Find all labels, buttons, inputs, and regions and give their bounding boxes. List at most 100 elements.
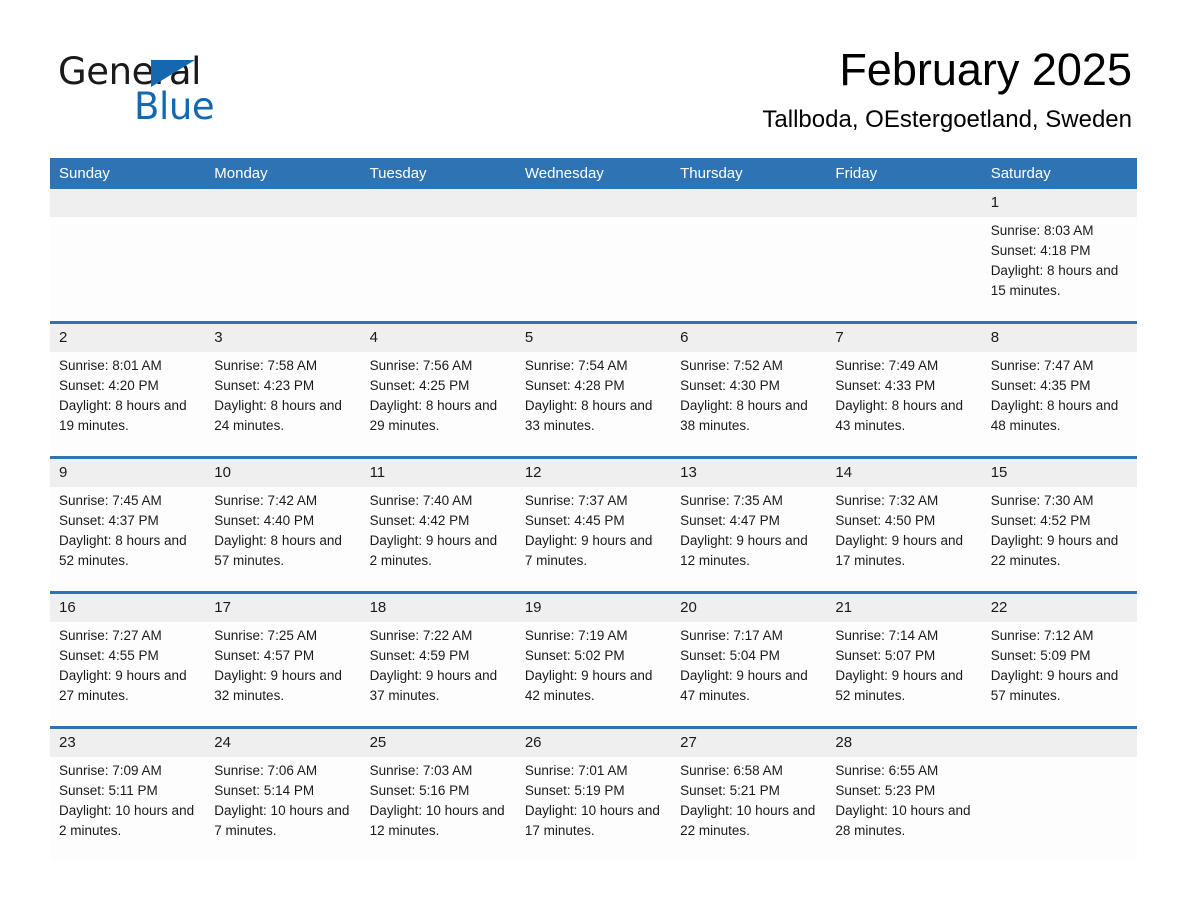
calendar-day-cell[interactable]: 17 Sunrise: 7:25 AM Sunset: 4:57 PM Dayligh… [205, 591, 361, 728]
daylight-text: Daylight: 8 hours and 19 minutes. [59, 398, 187, 433]
sunrise-text: Sunrise: 8:03 AM [990, 223, 1094, 238]
calendar-empty-cell [515, 189, 672, 323]
sunrise-text: Sunrise: 7:37 AM [524, 493, 628, 508]
day-details: Sunrise: 7:32 AM Sunset: 4:50 PM Daylight:… [826, 487, 981, 571]
day-details: Sunrise: 7:58 AM Sunset: 4:23 PM Daylight:… [205, 352, 360, 436]
day-cell-content [515, 189, 672, 321]
day-cell-content: 19 Sunrise: 7:19 AM Sunset: 5:02 PM Dayligh… [515, 594, 672, 726]
day-cell-content: 5 Sunrise: 7:54 AM Sunset: 4:28 PM Daylight… [515, 324, 672, 456]
page-header: General Blue February 2025 Tallboda, OEs… [0, 0, 1188, 158]
calendar-day-cell[interactable]: 8 Sunrise: 7:47 AM Sunset: 4:35 PM Daylight… [981, 321, 1137, 458]
daylight-text: Daylight: 9 hours and 12 minutes. [680, 533, 808, 568]
day-cell-content [205, 189, 361, 321]
calendar-day-cell[interactable]: 12 Sunrise: 7:37 AM Sunset: 4:45 PM Dayligh… [515, 456, 672, 593]
calendar-day-cell[interactable]: 27 Sunrise: 6:58 AM Sunset: 5:21 PM Dayligh… [671, 726, 827, 861]
daylight-text: Daylight: 10 hours and 17 minutes. [524, 803, 660, 838]
day-number: 23 [50, 729, 206, 757]
calendar-day-cell[interactable]: 22 Sunrise: 7:12 AM Sunset: 5:09 PM Dayligh… [981, 591, 1137, 728]
sunrise-sunset-calendar: Sunday Monday Tuesday Wednesday Thursday… [50, 158, 1137, 861]
calendar-day-cell[interactable]: 23 Sunrise: 7:09 AM Sunset: 5:11 PM Dayligh… [50, 726, 206, 861]
day-details: Sunrise: 7:30 AM Sunset: 4:52 PM Daylight:… [982, 487, 1137, 571]
calendar-day-cell[interactable]: 15 Sunrise: 7:30 AM Sunset: 4:52 PM Dayligh… [981, 456, 1137, 593]
day-cell-content [360, 189, 516, 321]
calendar-day-cell[interactable]: 13 Sunrise: 7:35 AM Sunset: 4:47 PM Dayligh… [671, 456, 827, 593]
day-details: Sunrise: 7:40 AM Sunset: 4:42 PM Daylight:… [361, 487, 516, 571]
daylight-text: Daylight: 10 hours and 7 minutes. [214, 803, 350, 838]
day-cell-content: 13 Sunrise: 7:35 AM Sunset: 4:47 PM Dayligh… [671, 459, 827, 591]
day-details: Sunrise: 7:09 AM Sunset: 5:11 PM Daylight:… [50, 757, 205, 841]
day-cell-content: 18 Sunrise: 7:22 AM Sunset: 4:59 PM Dayligh… [360, 594, 516, 726]
sunset-text: Sunset: 4:30 PM [680, 378, 780, 393]
calendar-day-cell[interactable]: 2 Sunrise: 8:01 AM Sunset: 4:20 PM Daylight… [50, 321, 206, 458]
day-details: Sunrise: 6:55 AM Sunset: 5:23 PM Daylight:… [826, 757, 981, 841]
day-details: Sunrise: 6:58 AM Sunset: 5:21 PM Daylight:… [671, 757, 826, 841]
day-number [50, 189, 206, 217]
day-details: Sunrise: 7:42 AM Sunset: 4:40 PM Daylight:… [205, 487, 360, 571]
calendar-day-cell[interactable]: 7 Sunrise: 7:49 AM Sunset: 4:33 PM Daylight… [826, 321, 982, 458]
calendar-day-cell[interactable]: 21 Sunrise: 7:14 AM Sunset: 5:07 PM Dayligh… [826, 591, 982, 728]
sunset-text: Sunset: 4:47 PM [680, 513, 780, 528]
day-number: 7 [826, 324, 982, 352]
sunset-text: Sunset: 4:33 PM [835, 378, 936, 393]
sunset-text: Sunset: 4:35 PM [990, 378, 1091, 393]
day-cell-content: 1 Sunrise: 8:03 AM Sunset: 4:18 PM Daylight… [981, 189, 1137, 321]
calendar-day-cell[interactable]: 19 Sunrise: 7:19 AM Sunset: 5:02 PM Dayligh… [515, 591, 672, 728]
daylight-text: Daylight: 9 hours and 42 minutes. [524, 668, 653, 703]
sunset-text: Sunset: 4:20 PM [59, 378, 159, 393]
day-cell-content: 23 Sunrise: 7:09 AM Sunset: 5:11 PM Dayligh… [50, 729, 206, 861]
calendar-day-cell[interactable]: 1 Sunrise: 8:03 AM Sunset: 4:18 PM Daylight… [981, 189, 1137, 323]
sunrise-text: Sunrise: 7:01 AM [524, 763, 628, 778]
daylight-text: Daylight: 9 hours and 27 minutes. [59, 668, 187, 703]
day-cell-content: 27 Sunrise: 6:58 AM Sunset: 5:21 PM Dayligh… [671, 729, 827, 861]
calendar-day-cell[interactable]: 6 Sunrise: 7:52 AM Sunset: 4:30 PM Daylight… [671, 321, 827, 458]
sunset-text: Sunset: 4:42 PM [369, 513, 470, 528]
calendar-day-cell[interactable]: 26 Sunrise: 7:01 AM Sunset: 5:19 PM Dayligh… [515, 726, 672, 861]
day-details: Sunrise: 7:27 AM Sunset: 4:55 PM Daylight:… [50, 622, 205, 706]
day-details: Sunrise: 7:22 AM Sunset: 4:59 PM Daylight:… [361, 622, 516, 706]
calendar-day-cell[interactable]: 11 Sunrise: 7:40 AM Sunset: 4:42 PM Dayligh… [360, 456, 516, 593]
daylight-text: Daylight: 10 hours and 22 minutes. [680, 803, 816, 838]
daylight-text: Daylight: 9 hours and 57 minutes. [990, 668, 1119, 703]
day-cell-content: 14 Sunrise: 7:32 AM Sunset: 4:50 PM Dayligh… [826, 459, 982, 591]
day-number: 14 [826, 459, 982, 487]
sunrise-text: Sunrise: 7:45 AM [59, 493, 162, 508]
calendar-day-cell[interactable]: 24 Sunrise: 7:06 AM Sunset: 5:14 PM Dayligh… [205, 726, 361, 861]
calendar-day-cell[interactable]: 14 Sunrise: 7:32 AM Sunset: 4:50 PM Dayligh… [826, 456, 982, 593]
day-number: 10 [205, 459, 361, 487]
calendar-day-cell[interactable]: 3 Sunrise: 7:58 AM Sunset: 4:23 PM Daylight… [205, 321, 361, 458]
calendar-day-cell[interactable]: 16 Sunrise: 7:27 AM Sunset: 4:55 PM Dayligh… [50, 591, 206, 728]
calendar-day-cell[interactable]: 9 Sunrise: 7:45 AM Sunset: 4:37 PM Daylight… [50, 456, 206, 593]
sunrise-text: Sunrise: 7:14 AM [835, 628, 939, 643]
day-number: 4 [360, 324, 516, 352]
calendar-day-cell[interactable]: 10 Sunrise: 7:42 AM Sunset: 4:40 PM Dayligh… [205, 456, 361, 593]
day-details: Sunrise: 7:17 AM Sunset: 5:04 PM Daylight:… [671, 622, 826, 706]
daylight-text: Daylight: 9 hours and 37 minutes. [369, 668, 498, 703]
day-number [981, 729, 1137, 757]
sunset-text: Sunset: 5:04 PM [680, 648, 780, 663]
daylight-text: Daylight: 9 hours and 32 minutes. [214, 668, 342, 703]
sunrise-text: Sunrise: 7:12 AM [990, 628, 1094, 643]
day-cell-content: 12 Sunrise: 7:37 AM Sunset: 4:45 PM Dayligh… [515, 459, 672, 591]
day-number: 26 [515, 729, 672, 757]
calendar-day-cell[interactable]: 18 Sunrise: 7:22 AM Sunset: 4:59 PM Dayligh… [360, 591, 516, 728]
sunset-text: Sunset: 5:02 PM [524, 648, 625, 663]
calendar-day-cell[interactable]: 5 Sunrise: 7:54 AM Sunset: 4:28 PM Daylight… [515, 321, 672, 458]
calendar-day-cell[interactable]: 20 Sunrise: 7:17 AM Sunset: 5:04 PM Dayligh… [671, 591, 827, 728]
day-details: Sunrise: 7:03 AM Sunset: 5:16 PM Daylight:… [361, 757, 516, 841]
calendar-day-cell[interactable]: 25 Sunrise: 7:03 AM Sunset: 5:16 PM Dayligh… [360, 726, 516, 861]
calendar-empty-cell [826, 189, 982, 323]
day-number [360, 189, 516, 217]
sunset-text: Sunset: 4:37 PM [59, 513, 159, 528]
calendar-empty-cell [205, 189, 361, 323]
calendar-day-cell[interactable]: 28 Sunrise: 6:55 AM Sunset: 5:23 PM Dayligh… [826, 726, 982, 861]
weekday-header-tuesday: Tuesday [360, 158, 516, 189]
daylight-text: Daylight: 10 hours and 28 minutes. [835, 803, 971, 838]
sunset-text: Sunset: 4:28 PM [524, 378, 625, 393]
sunrise-text: Sunrise: 7:30 AM [990, 493, 1094, 508]
day-number: 18 [360, 594, 516, 622]
calendar-day-cell[interactable]: 4 Sunrise: 7:56 AM Sunset: 4:25 PM Daylight… [360, 321, 516, 458]
day-cell-content: 9 Sunrise: 7:45 AM Sunset: 4:37 PM Daylight… [50, 459, 206, 591]
calendar-header-row: Sunday Monday Tuesday Wednesday Thursday… [50, 158, 1137, 189]
day-details: Sunrise: 8:03 AM Sunset: 4:18 PM Daylight:… [982, 217, 1137, 301]
day-cell-content: 7 Sunrise: 7:49 AM Sunset: 4:33 PM Daylight… [826, 324, 982, 456]
